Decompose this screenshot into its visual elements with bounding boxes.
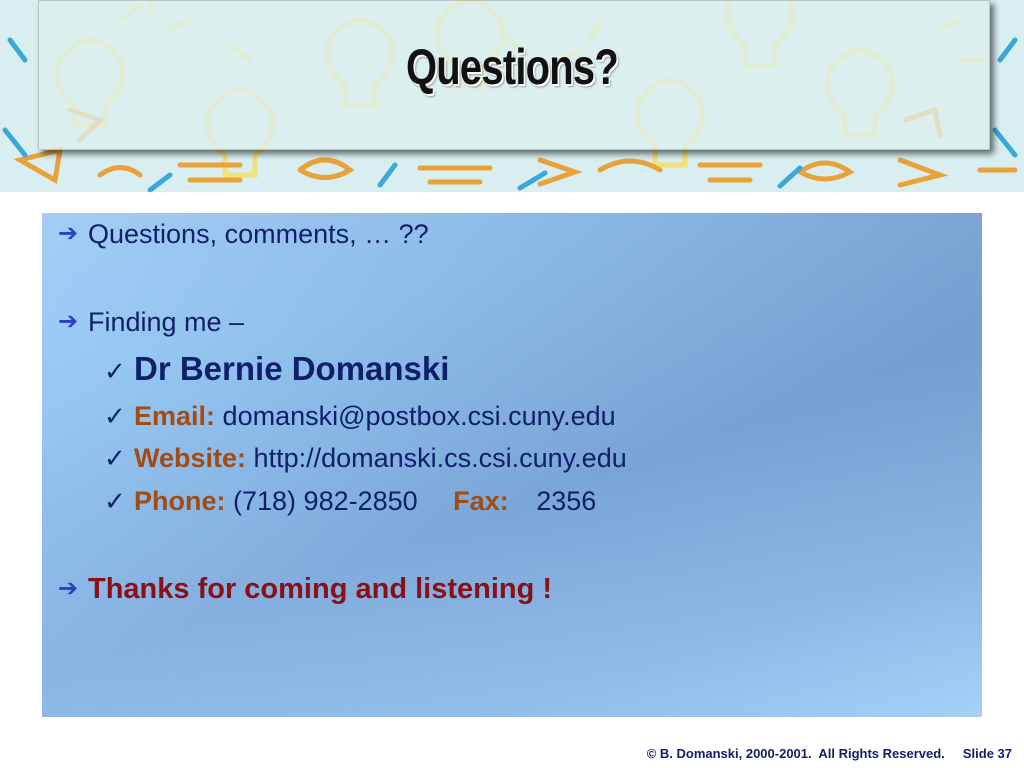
email-value: domanski@postbox.csi.cuny.edu [222, 401, 616, 431]
sub-bullet-name: ✓ Dr Bernie Domanski [104, 350, 449, 388]
title-banner: Questions? [0, 0, 1024, 192]
sub-bullet-email: ✓ Email: domanski@postbox.csi.cuny.edu [104, 401, 616, 432]
bullet-thanks: ➔ Thanks for coming and listening ! [58, 573, 552, 606]
copyright-text: © B. Domanski, 2000-2001. All Rights Res… [646, 746, 945, 761]
slide-footer: © B. Domanski, 2000-2001. All Rights Res… [647, 746, 1012, 761]
bullet-finding-me: ➔ Finding me – [58, 307, 244, 338]
sub-bullet-website: ✓ Website: http://domanski.cs.csi.cuny.ed… [104, 443, 627, 474]
slide-title: Questions? [405, 39, 619, 95]
bullet-text: Finding me – [88, 307, 245, 337]
website-label: Website: [134, 443, 247, 473]
phone-value: (718) 982-2850 [233, 486, 418, 516]
checkmark-icon: ✓ [104, 357, 126, 387]
email-label: Email: [134, 401, 216, 431]
arrow-right-icon: ➔ [58, 574, 79, 602]
checkmark-icon: ✓ [104, 402, 126, 432]
bullet-questions: ➔ Questions, comments, … ?? [58, 219, 429, 250]
fax-label: Fax: [453, 486, 509, 516]
phone-label: Phone: [134, 486, 226, 516]
checkmark-icon: ✓ [104, 444, 126, 474]
sub-bullet-phone: ✓ Phone: (718) 982-2850 Fax: 2356 [104, 486, 596, 517]
thanks-text: Thanks for coming and listening ! [88, 573, 553, 605]
website-link[interactable]: http://domanski.cs.csi.cuny.edu [254, 443, 627, 473]
contact-name: Dr Bernie Domanski [134, 350, 450, 387]
arrow-right-icon: ➔ [58, 307, 79, 335]
arrow-right-icon: ➔ [58, 219, 79, 247]
bullet-text: Questions, comments, … ?? [88, 219, 429, 249]
checkmark-icon: ✓ [104, 487, 126, 517]
slide-number: Slide 37 [962, 746, 1012, 761]
fax-value: 2356 [536, 486, 597, 516]
